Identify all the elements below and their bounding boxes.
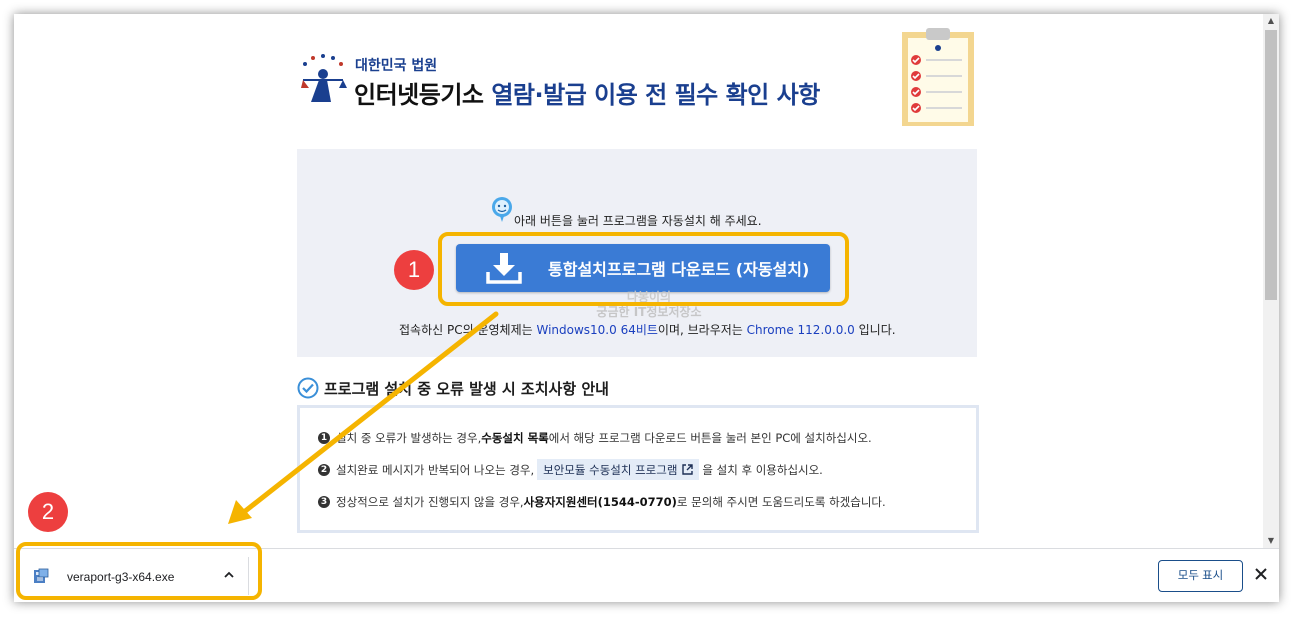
error-guide-box: 1 설치 중 오류가 발생하는 경우, 수동설치 목록 에서 해당 프로그램 다… (297, 405, 979, 533)
browser-value: Chrome 112.0.0.0 (746, 323, 855, 337)
highlight-box-download-button (438, 232, 849, 306)
item1-text-c: 에서 해당 프로그램 다운로드 버튼을 눌러 본인 PC에 설치하십시오. (548, 431, 872, 445)
error-guide-heading: 프로그램 설치 중 오류 발생 시 조치사항 안내 (324, 380, 609, 398)
vertical-scrollbar[interactable]: ▲ ▼ (1263, 14, 1279, 548)
speech-bubble-icon (492, 197, 512, 222)
security-module-button-label: 보안모듈 수동설치 프로그램 (543, 462, 678, 477)
security-module-manual-install-button[interactable]: 보안모듈 수동설치 프로그램 (537, 459, 700, 480)
env-suffix: 입니다. (854, 323, 896, 337)
court-emblem-icon (301, 54, 347, 102)
env-prefix: 접속하신 PC의 운영체제는 (399, 323, 537, 337)
highlight-box-download-item (16, 542, 262, 600)
step-badge-1: 1 (394, 250, 434, 290)
manual-install-list-text: 수동설치 목록 (481, 431, 549, 445)
page-title-part2: 열람·발급 이용 전 필수 확인 사항 (491, 81, 820, 109)
item-number-2: 2 (318, 463, 330, 476)
page-title: 인터넷등기소 열람·발급 이용 전 필수 확인 사항 (354, 75, 820, 110)
environment-info: 접속하신 PC의 운영체제는 Windows10.0 64비트이며, 브라우저는… (399, 321, 896, 338)
close-icon[interactable] (1252, 565, 1270, 583)
external-link-icon (682, 464, 694, 475)
support-center-text: 사용자지원센터(1544-0770) (523, 495, 677, 509)
item2-text-a: 설치완료 메시지가 반복되어 나오는 경우, (336, 462, 535, 477)
scroll-thumb[interactable] (1265, 30, 1277, 300)
item2-text-c: 을 설치 후 이용하십시오. (702, 462, 823, 477)
os-value: Windows10.0 64비트 (536, 323, 658, 337)
error-item-2: 2 설치완료 메시지가 반복되어 나오는 경우, 보안모듈 수동설치 프로그램 … (318, 459, 823, 480)
page-title-part1: 인터넷등기소 (354, 81, 492, 109)
step-badge-2: 2 (28, 492, 68, 532)
show-all-button[interactable]: 모두 표시 (1158, 560, 1243, 592)
scroll-up-arrow-icon[interactable]: ▲ (1263, 14, 1279, 28)
error-item-1: 1 설치 중 오류가 발생하는 경우, 수동설치 목록 에서 해당 프로그램 다… (318, 430, 872, 446)
item1-text-a: 설치 중 오류가 발생하는 경우, (336, 431, 482, 445)
install-hint: 아래 버튼을 눌러 프로그램을 자동설치 해 주세요. (514, 214, 762, 228)
scroll-down-arrow-icon[interactable]: ▼ (1263, 534, 1279, 548)
check-circle-icon (297, 377, 319, 399)
item-number-3: 3 (318, 496, 330, 508)
item3-text-c: 로 문의해 주시면 도움드리도록 하겠습니다. (676, 495, 886, 509)
checklist-clipboard-icon (902, 28, 974, 126)
env-middle: 이며, 브라우저는 (657, 323, 747, 337)
error-item-3: 3 정상적으로 설치가 진행되지 않을 경우, 사용자지원센터(1544-077… (318, 494, 886, 510)
browser-window: 대한민국 법원 인터넷등기소 열람·발급 이용 전 필수 확인 사항 아래 버튼… (14, 14, 1279, 602)
item-number-1: 1 (318, 432, 330, 444)
court-name: 대한민국 법원 (355, 58, 438, 74)
item3-text-a: 정상적으로 설치가 진행되지 않을 경우, (336, 495, 524, 509)
watermark-line2: 궁금한 IT정보저장소 (596, 305, 702, 319)
